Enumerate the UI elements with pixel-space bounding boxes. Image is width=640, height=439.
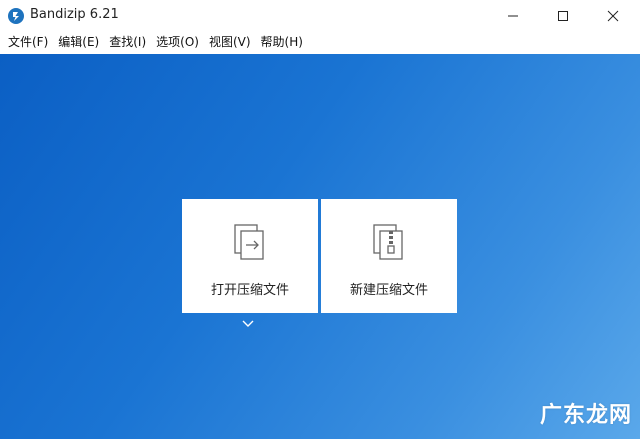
window-title: Bandizip 6.21 [30, 7, 119, 22]
menu-edit[interactable]: 编辑(E) [58, 31, 99, 54]
maximize-button[interactable] [540, 0, 586, 31]
menu-help[interactable]: 帮助(H) [261, 31, 303, 54]
bandizip-app-icon [8, 8, 24, 24]
open-archive-button[interactable]: 打开压缩文件 [182, 199, 318, 313]
minimize-icon [508, 15, 518, 16]
open-archive-label: 打开压缩文件 [210, 283, 289, 298]
new-archive-button[interactable]: 新建压缩文件 [321, 199, 457, 313]
zip-archive-icon [373, 224, 403, 260]
new-archive-label: 新建压缩文件 [349, 283, 428, 298]
title-bar: Bandizip 6.21 [0, 0, 640, 31]
menu-bar: 文件(F) 编辑(E) 查找(I) 选项(O) 视图(V) 帮助(H) [0, 31, 640, 54]
maximize-icon [558, 10, 568, 21]
close-icon [607, 10, 619, 21]
menu-find[interactable]: 查找(I) [109, 31, 146, 54]
watermark-text: 广东龙网 [539, 403, 632, 428]
close-button[interactable] [590, 0, 636, 31]
menu-view[interactable]: 视图(V) [209, 31, 251, 54]
menu-file[interactable]: 文件(F) [8, 31, 48, 54]
chevron-down-icon[interactable] [242, 320, 254, 328]
main-area: 打开压缩文件 新建压缩文件 广东龙网 [0, 54, 640, 439]
minimize-button[interactable] [490, 0, 536, 31]
menu-options[interactable]: 选项(O) [156, 31, 199, 54]
open-archive-icon [234, 224, 264, 260]
